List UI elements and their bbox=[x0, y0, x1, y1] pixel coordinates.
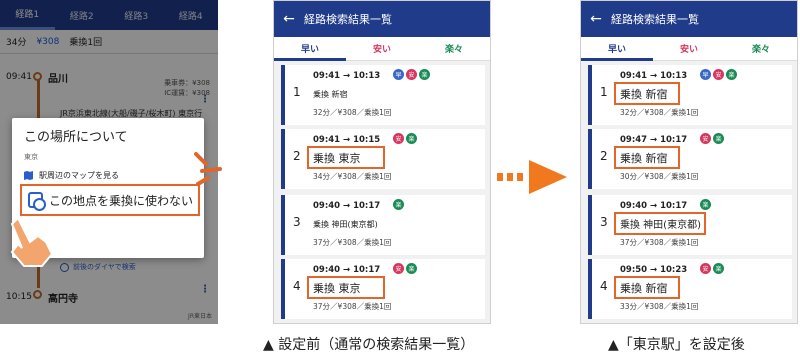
route-times: 09:41 → 10:13 bbox=[620, 71, 688, 81]
route-detail: 32分／¥308／乗換1回 bbox=[620, 108, 699, 117]
results-after-screen: ← 経路検索結果一覧 早い 安い 楽々 1 09:41 → 10:13 早 安 … bbox=[580, 0, 798, 324]
easy-badge: 楽 bbox=[393, 199, 404, 210]
route-times: 09:41 → 10:13 bbox=[313, 71, 381, 81]
transfer-highlight bbox=[307, 146, 385, 169]
screen-title: 経路検索結果一覧 bbox=[611, 13, 699, 26]
route-detail: 37分／¥308／乗換1回 bbox=[313, 302, 392, 311]
route-card-2[interactable]: 2 09:41 → 10:15 安 楽 乗換 東京 34分／¥308／乗換1回 bbox=[281, 129, 485, 189]
sort-tabs: 早い 安い 楽々 bbox=[274, 37, 490, 61]
route-times: 09:40 → 10:17 bbox=[313, 265, 381, 275]
tab-cheap[interactable]: 安い bbox=[346, 37, 418, 60]
easy-badge: 楽 bbox=[406, 133, 417, 144]
caption-before: ▲ 設定前（通常の検索結果一覧） bbox=[263, 337, 475, 353]
cheap-badge: 安 bbox=[713, 69, 724, 80]
route-card-3[interactable]: 3 09:40 → 10:17 楽 乗換 神田(東京都) 37分／¥308／乗換… bbox=[281, 195, 485, 255]
transfer-highlight bbox=[614, 212, 706, 235]
transfer-highlight bbox=[614, 146, 680, 169]
route-times: 09:47 → 10:17 bbox=[620, 135, 688, 145]
cheap-badge: 安 bbox=[393, 263, 404, 274]
route-badges: 安 楽 bbox=[700, 133, 724, 144]
tab-easy[interactable]: 楽々 bbox=[418, 37, 490, 60]
tap-spark-icon bbox=[194, 152, 222, 186]
tab-easy[interactable]: 楽々 bbox=[725, 37, 797, 60]
route-times: 09:40 → 10:17 bbox=[620, 201, 688, 211]
tab-cheap[interactable]: 安い bbox=[653, 37, 725, 60]
fast-badge: 早 bbox=[700, 69, 711, 80]
route-card-1[interactable]: 1 09:41 → 10:13 早 安 楽 乗換 新宿 32分／¥308／乗換1… bbox=[281, 65, 485, 125]
route-badges: 早 安 楽 bbox=[393, 69, 430, 80]
route-number: 1 bbox=[600, 85, 608, 99]
easy-badge: 楽 bbox=[700, 199, 711, 210]
route-times: 09:40 → 10:17 bbox=[313, 201, 381, 211]
transfer-highlight bbox=[307, 276, 385, 299]
route-card-2[interactable]: 2 09:47 → 10:17 安 楽 乗換 新宿 30分／¥308／乗換1回 bbox=[588, 129, 792, 189]
route-badges: 安 楽 bbox=[700, 263, 724, 274]
cheap-badge: 安 bbox=[406, 69, 417, 80]
cheap-badge: 安 bbox=[700, 263, 711, 274]
route-detail: 34分／¥308／乗換1回 bbox=[313, 172, 392, 181]
route-number: 4 bbox=[600, 279, 608, 293]
easy-badge: 楽 bbox=[713, 133, 724, 144]
easy-badge: 楽 bbox=[419, 69, 430, 80]
route-badges: 安 楽 bbox=[393, 133, 417, 144]
route-transfer: 乗換 神田(東京都) bbox=[313, 220, 378, 229]
route-transfer: 乗換 新宿 bbox=[313, 90, 348, 99]
route-detail-screen: 経路1 経路2 経路3 経路4 34分 ¥308 乗換1回 09:41 品川 乗… bbox=[0, 0, 218, 324]
route-number: 3 bbox=[600, 215, 608, 229]
dialog-station: 東京 bbox=[24, 153, 38, 161]
app-bar: ← 経路検索結果一覧 bbox=[581, 1, 797, 37]
route-badges: 安 楽 bbox=[393, 263, 417, 274]
route-card-4[interactable]: 4 09:40 → 10:17 安 楽 乗換 東京 37分／¥308／乗換1回 bbox=[281, 259, 485, 319]
sort-tabs: 早い 安い 楽々 bbox=[581, 37, 797, 61]
screen-title: 経路検索結果一覧 bbox=[304, 13, 392, 26]
route-card-3[interactable]: 3 09:40 → 10:17 楽 乗換 神田(東京都) 37分／¥308／乗換… bbox=[588, 195, 792, 255]
cheap-badge: 安 bbox=[700, 133, 711, 144]
back-arrow-icon[interactable]: ← bbox=[274, 11, 304, 27]
easy-badge: 楽 bbox=[406, 263, 417, 274]
map-icon bbox=[24, 171, 33, 180]
easy-badge: 楽 bbox=[713, 263, 724, 274]
route-number: 4 bbox=[293, 279, 301, 293]
route-badges: 楽 bbox=[700, 199, 711, 210]
tap-hand-icon bbox=[10, 216, 54, 267]
transfer-highlight bbox=[614, 276, 680, 299]
route-badges: 楽 bbox=[393, 199, 404, 210]
exclude-transfer-label: この地点を乗換に使わない bbox=[49, 193, 194, 208]
route-card-1[interactable]: 1 09:41 → 10:13 早 安 楽 乗換 新宿 32分／¥308／乗換1… bbox=[588, 65, 792, 125]
route-detail: 30分／¥308／乗換1回 bbox=[620, 172, 699, 181]
route-times: 09:50 → 10:23 bbox=[620, 265, 688, 275]
caption-after: ▲「東京駅」を設定後 bbox=[608, 337, 745, 353]
route-detail: 37分／¥308／乗換1回 bbox=[620, 238, 699, 247]
route-number: 2 bbox=[293, 149, 301, 163]
route-times: 09:41 → 10:15 bbox=[313, 135, 381, 145]
route-number: 3 bbox=[293, 215, 301, 229]
route-badges: 早 安 楽 bbox=[700, 69, 737, 80]
route-number: 1 bbox=[293, 85, 301, 99]
route-detail: 32分／¥308／乗換1回 bbox=[313, 108, 392, 117]
cheap-badge: 安 bbox=[393, 133, 404, 144]
route-detail: 33分／¥308／乗換1回 bbox=[620, 302, 699, 311]
route-number: 2 bbox=[600, 149, 608, 163]
app-bar: ← 経路検索結果一覧 bbox=[274, 1, 490, 37]
results-before-screen: ← 経路検索結果一覧 早い 安い 楽々 1 09:41 → 10:13 早 安 … bbox=[273, 0, 491, 324]
view-map-label: 駅周辺のマップを見る bbox=[39, 171, 119, 180]
tab-fast[interactable]: 早い bbox=[274, 37, 346, 61]
view-map-item[interactable]: 駅周辺のマップを見る bbox=[24, 170, 119, 181]
transfer-highlight bbox=[614, 82, 680, 105]
fast-badge: 早 bbox=[393, 69, 404, 80]
back-arrow-icon[interactable]: ← bbox=[581, 11, 611, 27]
no-transfer-icon bbox=[28, 192, 46, 211]
route-card-4[interactable]: 4 09:50 → 10:23 安 楽 乗換 新宿 33分／¥308／乗換1回 bbox=[588, 259, 792, 319]
route-detail: 37分／¥308／乗換1回 bbox=[313, 238, 392, 247]
tab-fast[interactable]: 早い bbox=[581, 37, 653, 61]
easy-badge: 楽 bbox=[726, 69, 737, 80]
transition-arrow-icon bbox=[497, 160, 567, 194]
dialog-title: この場所について bbox=[24, 130, 128, 145]
